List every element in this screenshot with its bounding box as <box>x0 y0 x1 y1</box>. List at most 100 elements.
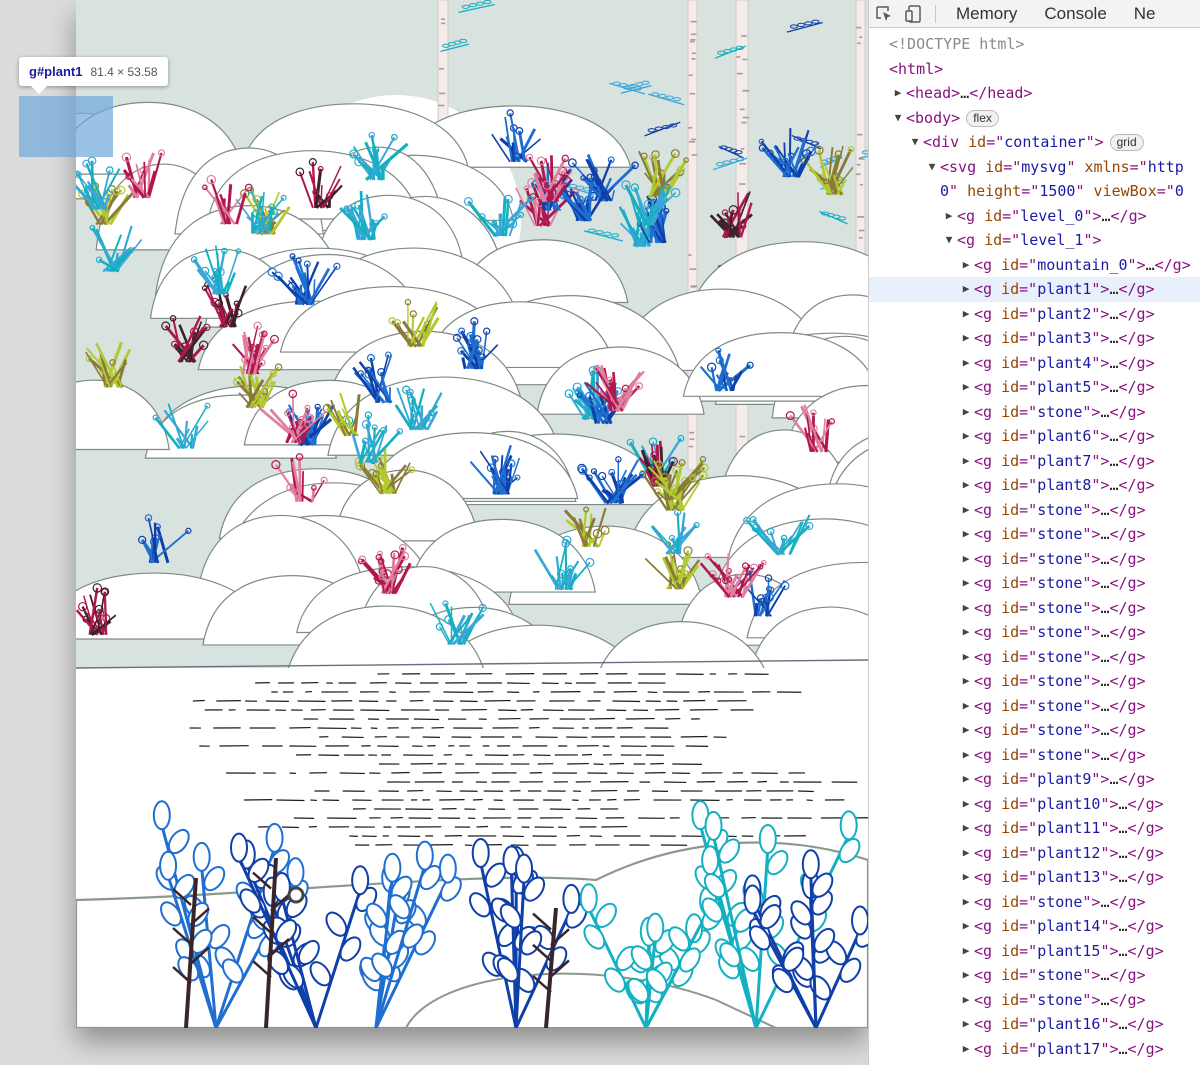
dom-node[interactable]: ▼ <body> flex <box>869 106 1200 131</box>
dom-node[interactable]: ▼ <g id="level_1"> <box>869 228 1200 253</box>
dom-node[interactable]: <html> <box>869 57 1200 82</box>
expand-triangle-icon[interactable]: ▶ <box>960 743 972 768</box>
expand-triangle-icon[interactable]: ▶ <box>960 792 972 817</box>
dom-node[interactable]: ▶ <g id="plant2">…</g> <box>869 302 1200 327</box>
expand-triangle-icon[interactable]: ▶ <box>960 890 972 915</box>
dom-node[interactable]: ▶ <g id="stone">…</g> <box>869 547 1200 572</box>
dom-node[interactable]: ▶ <g id="plant11">…</g> <box>869 816 1200 841</box>
dom-node[interactable]: ▶ <g id="plant7">…</g> <box>869 449 1200 474</box>
dom-node[interactable]: ▶ <g id="stone">…</g> <box>869 620 1200 645</box>
expand-triangle-icon[interactable]: ▶ <box>960 1061 972 1065</box>
expand-triangle-icon[interactable]: ▶ <box>960 473 972 498</box>
dom-node[interactable]: ▶ <g id="stone">…</g> <box>869 645 1200 670</box>
collapse-triangle-icon[interactable]: ▼ <box>943 228 955 253</box>
dom-node[interactable]: ▶ <g id="mountain_0">…</g> <box>869 253 1200 278</box>
dom-node[interactable]: ▶ <g id="plant13">…</g> <box>869 865 1200 890</box>
dom-token: xmlns <box>1084 157 1130 176</box>
expand-triangle-icon[interactable]: ▶ <box>960 253 972 278</box>
birch-mark <box>689 92 696 95</box>
dom-node[interactable]: ▶ <g id="plant12">…</g> <box>869 841 1200 866</box>
dom-node[interactable]: ▶ <g id="plant6">…</g> <box>869 424 1200 449</box>
expand-triangle-icon[interactable]: ▶ <box>960 620 972 645</box>
dom-node[interactable]: ▶ <g id="stone">…</g> <box>869 669 1200 694</box>
tab-network[interactable]: Ne <box>1122 4 1171 24</box>
expand-triangle-icon[interactable]: ▶ <box>960 326 972 351</box>
expand-triangle-icon[interactable]: ▶ <box>960 596 972 621</box>
dom-node[interactable]: ▶ <g id="stone">…</g> <box>869 718 1200 743</box>
dom-node[interactable]: <!DOCTYPE html> <box>869 32 1200 57</box>
dom-node[interactable]: ▶ <g id="stone">…</g> <box>869 743 1200 768</box>
dom-node[interactable]: ▶ <g id="plant15">…</g> <box>869 939 1200 964</box>
dom-node[interactable]: ▶ <g id="stone">…</g> <box>869 963 1200 988</box>
expand-triangle-icon[interactable]: ▶ <box>960 865 972 890</box>
expand-triangle-icon[interactable]: ▶ <box>943 204 955 229</box>
expand-triangle-icon[interactable]: ▶ <box>960 669 972 694</box>
inspect-element-icon[interactable] <box>869 0 899 28</box>
dom-node[interactable]: ▶ <g id="stone">…</g> <box>869 400 1200 425</box>
dom-node[interactable]: ▶ <g id="plant3">…</g> <box>869 326 1200 351</box>
dom-node[interactable]: ▼ <div id="container"> grid <box>869 130 1200 155</box>
dom-node[interactable]: ▶ <g id="plant10">…</g> <box>869 792 1200 817</box>
expand-triangle-icon[interactable]: ▶ <box>960 498 972 523</box>
expand-triangle-icon[interactable]: ▶ <box>960 914 972 939</box>
expand-triangle-icon[interactable]: ▶ <box>960 302 972 327</box>
expand-triangle-icon[interactable]: ▶ <box>960 694 972 719</box>
dom-node[interactable]: ▶ <g id="stone">…</g> <box>869 498 1200 523</box>
expand-triangle-icon[interactable]: ▶ <box>892 81 904 106</box>
dom-node[interactable]: ▶ <g id="stone">…</g> <box>869 694 1200 719</box>
collapse-triangle-icon[interactable]: ▼ <box>926 155 938 180</box>
expand-triangle-icon[interactable]: ▶ <box>960 449 972 474</box>
dom-node[interactable]: ▶ <g id="plant9">…</g> <box>869 767 1200 792</box>
dom-node[interactable]: ▶ <g id="stone">…</g> <box>869 596 1200 621</box>
device-toolbar-icon[interactable] <box>899 0 929 28</box>
svg-artwork[interactable] <box>76 0 868 1028</box>
dom-token: =" <box>1019 941 1038 960</box>
dom-node[interactable]: ▶ <g id="stone">…</g> <box>869 571 1200 596</box>
landscape-svg[interactable] <box>76 0 868 1028</box>
dom-token: id <box>1001 304 1020 323</box>
dom-node-selected[interactable]: ▶ <g id="plant1">…</g> <box>869 277 1200 302</box>
dom-node[interactable]: ▶ <g id="stone">…</g> <box>869 988 1200 1013</box>
collapse-triangle-icon[interactable]: ▼ <box>909 130 921 155</box>
dom-token: plant5 <box>1037 378 1092 396</box>
leaf-tip <box>851 905 868 936</box>
expand-triangle-icon[interactable]: ▶ <box>960 816 972 841</box>
expand-triangle-icon[interactable]: ▶ <box>960 1012 972 1037</box>
birch-mark <box>742 58 748 61</box>
expand-triangle-icon[interactable]: ▶ <box>960 963 972 988</box>
expand-triangle-icon[interactable]: ▶ <box>960 939 972 964</box>
expand-triangle-icon[interactable]: ▶ <box>960 547 972 572</box>
dom-node[interactable]: ▶ <g id="stone">…</g> <box>869 890 1200 915</box>
dom-node[interactable]: ▼ <svg id="mysvg" xmlns="http <box>869 155 1200 180</box>
dom-token: … <box>1109 329 1119 347</box>
dom-node[interactable]: ▶ <g id="plant14">…</g> <box>869 914 1200 939</box>
expand-triangle-icon[interactable]: ▶ <box>960 767 972 792</box>
expand-triangle-icon[interactable]: ▶ <box>960 424 972 449</box>
expand-triangle-icon[interactable]: ▶ <box>960 277 972 302</box>
dom-node[interactable]: ▶ <g id="plant5">…</g> <box>869 375 1200 400</box>
expand-triangle-icon[interactable]: ▶ <box>960 571 972 596</box>
expand-triangle-icon[interactable]: ▶ <box>960 351 972 376</box>
expand-triangle-icon[interactable]: ▶ <box>960 988 972 1013</box>
expand-triangle-icon[interactable]: ▶ <box>960 1037 972 1062</box>
expand-triangle-icon[interactable]: ▶ <box>960 718 972 743</box>
grid-badge[interactable]: grid <box>1109 134 1144 151</box>
tab-console[interactable]: Console <box>1032 4 1121 24</box>
dom-node[interactable]: ▶ <g id="level_0">…</g> <box>869 204 1200 229</box>
tab-memory[interactable]: Memory <box>944 4 1032 24</box>
expand-triangle-icon[interactable]: ▶ <box>960 522 972 547</box>
dom-node[interactable]: ▶ <g id="plant4">…</g> <box>869 351 1200 376</box>
expand-triangle-icon[interactable]: ▶ <box>960 375 972 400</box>
dom-node[interactable]: ▶ <g id="plant8">…</g> <box>869 473 1200 498</box>
dom-node[interactable]: ▶ <head>…</head> <box>869 81 1200 106</box>
collapse-triangle-icon[interactable]: ▼ <box>892 106 904 131</box>
flex-badge[interactable]: flex <box>966 109 999 127</box>
expand-triangle-icon[interactable]: ▶ <box>960 645 972 670</box>
dom-node[interactable]: ▶ <g id="stone">…</g> <box>869 522 1200 547</box>
dom-node[interactable]: ▶ <g id="plant16">…</g> <box>869 1012 1200 1037</box>
expand-triangle-icon[interactable]: ▶ <box>960 400 972 425</box>
dom-node[interactable]: ▶<g id="plant18">…</g> <box>869 1061 1200 1065</box>
expand-triangle-icon[interactable]: ▶ <box>960 841 972 866</box>
dom-node[interactable]: ▶ <g id="plant17">…</g> <box>869 1037 1200 1062</box>
dom-node[interactable]: 0" height="1500" viewBox="0 <box>869 179 1200 204</box>
